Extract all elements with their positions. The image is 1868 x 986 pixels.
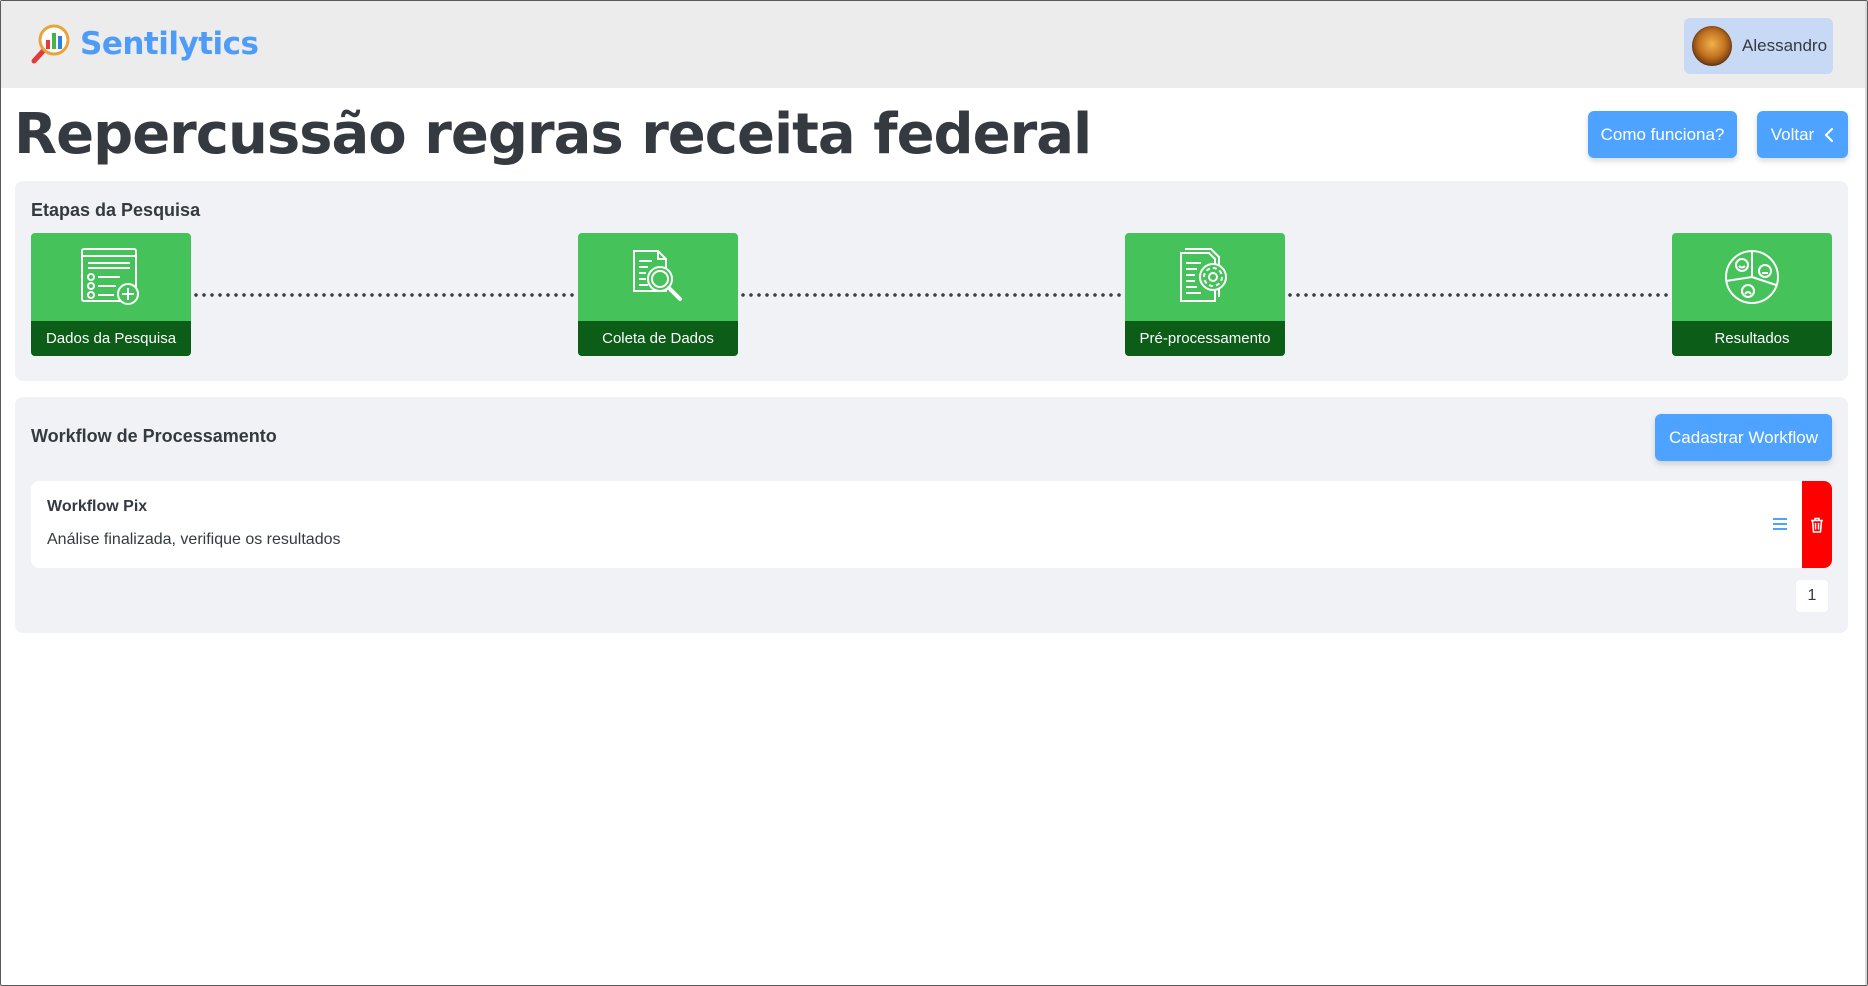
research-steps-panel: Etapas da Pesquisa Dados da Pesquisa Col… bbox=[15, 181, 1848, 381]
register-workflow-label: Cadastrar Workflow bbox=[1669, 427, 1818, 447]
step-preprocessing[interactable]: Pré-processamento bbox=[1125, 233, 1285, 356]
step-data-collection[interactable]: Coleta de Dados bbox=[578, 233, 738, 356]
workflow-list-item[interactable]: Workflow Pix Análise finalizada, verifiq… bbox=[31, 481, 1832, 568]
back-button[interactable]: Voltar bbox=[1757, 111, 1848, 158]
trash-icon bbox=[1811, 517, 1823, 533]
steps-heading: Etapas da Pesquisa bbox=[31, 200, 201, 220]
delete-workflow-button[interactable] bbox=[1802, 481, 1832, 568]
register-workflow-button[interactable]: Cadastrar Workflow bbox=[1655, 414, 1832, 461]
step-label: Coleta de Dados bbox=[578, 321, 738, 356]
top-navbar: Sentilytics Alessandro bbox=[1, 1, 1867, 88]
step-connector bbox=[739, 293, 1124, 297]
page-title: Repercussão regras receita federal bbox=[14, 102, 1092, 167]
processing-workflow-panel: Workflow de Processamento Cadastrar Work… bbox=[15, 397, 1848, 633]
step-label: Resultados bbox=[1672, 321, 1832, 356]
chevron-left-icon bbox=[1825, 127, 1834, 142]
step-label: Pré-processamento bbox=[1125, 321, 1285, 356]
back-label: Voltar bbox=[1770, 124, 1815, 144]
magnifier-chart-icon bbox=[31, 24, 70, 64]
step-label: Dados da Pesquisa bbox=[31, 321, 191, 356]
scrollbar[interactable] bbox=[1865, 1, 1867, 985]
workflow-status: Análise finalizada, verifique os resulta… bbox=[47, 531, 341, 548]
step-connector bbox=[1286, 293, 1671, 297]
avatar bbox=[1692, 26, 1732, 66]
step-connector bbox=[192, 293, 577, 297]
sentiment-pie-icon bbox=[1725, 250, 1779, 304]
workflow-details-button[interactable] bbox=[1769, 511, 1791, 537]
user-name: Alessandro bbox=[1742, 36, 1828, 55]
pagination-page-button[interactable]: 1 bbox=[1796, 580, 1828, 612]
workflow-heading: Workflow de Processamento bbox=[31, 426, 277, 446]
document-search-icon bbox=[633, 250, 682, 301]
brand-name: Sentilytics bbox=[80, 26, 259, 62]
user-menu[interactable]: Alessandro bbox=[1684, 18, 1833, 74]
brand-logo[interactable]: Sentilytics bbox=[30, 21, 259, 67]
list-icon bbox=[1773, 518, 1787, 530]
step-research-data[interactable]: Dados da Pesquisa bbox=[31, 233, 191, 356]
how-it-works-button[interactable]: Como funciona? bbox=[1588, 111, 1737, 158]
step-results[interactable]: Resultados bbox=[1672, 233, 1832, 356]
form-add-icon bbox=[81, 248, 139, 305]
how-it-works-label: Como funciona? bbox=[1600, 124, 1725, 144]
workflow-name: Workflow Pix bbox=[47, 498, 148, 515]
document-gear-icon bbox=[1180, 248, 1227, 302]
